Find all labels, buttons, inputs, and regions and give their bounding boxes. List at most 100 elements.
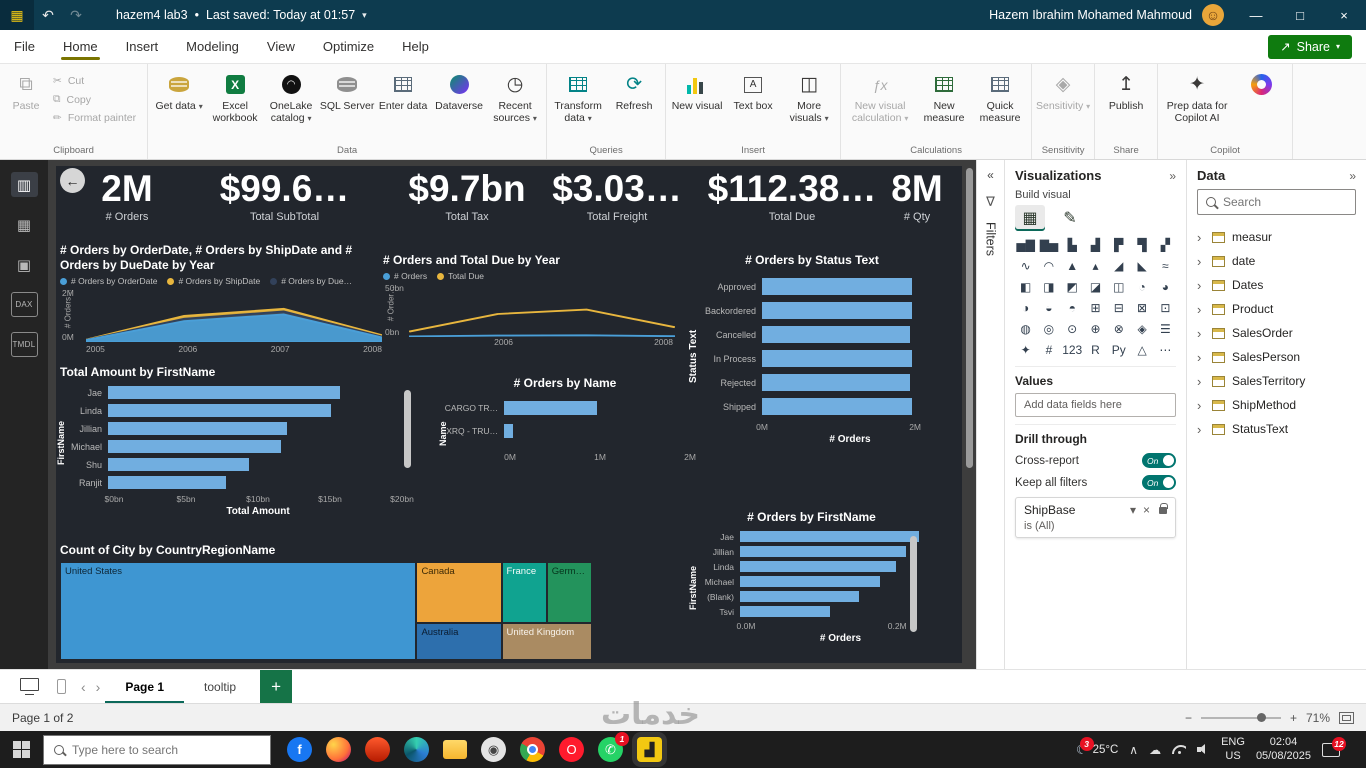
expand-icon[interactable]: ›: [1197, 230, 1205, 245]
enter-data-button[interactable]: Enter data: [375, 67, 431, 112]
cross-report-toggle[interactable]: On: [1142, 453, 1176, 468]
avatar[interactable]: ☺: [1202, 4, 1224, 26]
visual-type-icon[interactable]: ∿: [1015, 256, 1036, 275]
redo-button[interactable]: ↷: [62, 7, 90, 24]
kpi-card-total-due[interactable]: $112.38… Total Due: [692, 170, 892, 236]
visual-type-icon[interactable]: ▛: [1108, 235, 1129, 254]
expand-icon[interactable]: ›: [1197, 422, 1205, 437]
expand-icon[interactable]: ›: [1197, 398, 1205, 413]
document-title[interactable]: hazem4 lab3 • Last saved: Today at 01:57…: [116, 8, 367, 22]
whatsapp-icon[interactable]: ✆1: [598, 737, 623, 762]
bar[interactable]: [504, 424, 513, 438]
treemap-tile[interactable]: United Kingdom: [502, 623, 592, 660]
zoom-slider[interactable]: [1201, 717, 1281, 719]
sql-server-button[interactable]: SQL Server: [319, 67, 375, 112]
maximize-button[interactable]: □: [1278, 0, 1322, 30]
undo-button[interactable]: ↶: [34, 7, 62, 24]
bar-row[interactable]: Michael: [60, 440, 402, 453]
tab-optimize[interactable]: Optimize: [309, 30, 388, 63]
publish-button[interactable]: ↥ Publish: [1098, 67, 1154, 112]
visual-type-icon[interactable]: ⊙: [1062, 319, 1083, 338]
bar-row[interactable]: Cancelled: [700, 326, 938, 343]
visual-orders-by-status[interactable]: # Orders by Status Text Status Text Appr…: [686, 253, 938, 468]
legend-item[interactable]: Total Due: [437, 271, 484, 281]
visual-type-icon[interactable]: ◈: [1131, 319, 1152, 338]
volume-icon[interactable]: [1197, 744, 1210, 755]
visual-type-icon[interactable]: ⊗: [1108, 319, 1129, 338]
previous-page-icon[interactable]: ‹: [76, 679, 91, 695]
expand-icon[interactable]: ›: [1197, 374, 1205, 389]
visual-type-icon[interactable]: ◕: [1155, 277, 1176, 296]
fit-to-page-icon[interactable]: [1339, 712, 1354, 724]
bar[interactable]: [762, 398, 912, 415]
quick-measure-button[interactable]: Quick measure: [972, 67, 1028, 124]
bar[interactable]: [762, 350, 912, 367]
bar-row[interactable]: Linda: [694, 561, 935, 572]
kpi-card-tax[interactable]: $9.7bn Total Tax: [392, 170, 542, 236]
transform-data-button[interactable]: Transform data ▾: [550, 67, 606, 124]
filters-pane-title[interactable]: Filters: [984, 222, 998, 256]
visual-type-icon[interactable]: ⊟: [1108, 298, 1129, 317]
desktop-layout-icon[interactable]: [20, 678, 39, 691]
treemap-tile[interactable]: United States: [60, 562, 416, 660]
bar-row[interactable]: Jillian: [694, 546, 935, 557]
visual-type-icon[interactable]: ✦: [1015, 340, 1036, 359]
expand-icon[interactable]: ›: [1197, 302, 1205, 317]
firefox-icon[interactable]: [326, 737, 351, 762]
chart-scrollbar[interactable]: [404, 390, 411, 468]
data-field-row[interactable]: › SalesPerson: [1197, 345, 1356, 369]
visual-type-icon[interactable]: ▴: [1085, 256, 1106, 275]
visual-type-icon[interactable]: ⊕: [1085, 319, 1106, 338]
tab-modeling[interactable]: Modeling: [172, 30, 253, 63]
data-field-row[interactable]: › date: [1197, 249, 1356, 273]
data-field-row[interactable]: › Product: [1197, 297, 1356, 321]
visual-type-icon[interactable]: ◣: [1131, 256, 1152, 275]
visual-type-icon[interactable]: ◩: [1062, 277, 1083, 296]
expand-icon[interactable]: ›: [1197, 278, 1205, 293]
zoom-in-button[interactable]: +: [1290, 711, 1297, 725]
visual-type-icon[interactable]: ◓: [1062, 298, 1083, 317]
bar[interactable]: [740, 561, 896, 572]
bar[interactable]: [762, 374, 910, 391]
bar[interactable]: [762, 326, 910, 343]
bar[interactable]: [740, 606, 830, 617]
bar[interactable]: [740, 576, 880, 587]
visual-total-amount-by-firstname[interactable]: Total Amount by FirstName FirstName Jae …: [60, 365, 402, 508]
visual-type-icon[interactable]: ▅▇: [1015, 235, 1036, 254]
tab-insert[interactable]: Insert: [112, 30, 173, 63]
visual-type-icon[interactable]: ◧: [1015, 277, 1036, 296]
copy-button[interactable]: ⧉Copy: [53, 93, 136, 106]
keep-all-filters-toggle[interactable]: On: [1142, 475, 1176, 490]
file-explorer-icon[interactable]: [443, 740, 467, 759]
recent-sources-button[interactable]: ◷ Recent sources ▾: [487, 67, 543, 124]
chip-dropdown-icon[interactable]: ▾: [1130, 503, 1136, 517]
copilot-button[interactable]: [1233, 67, 1289, 97]
data-field-row[interactable]: › SalesOrder: [1197, 321, 1356, 345]
dax-query-view-button[interactable]: DAX: [11, 292, 38, 317]
next-page-icon[interactable]: ›: [91, 679, 106, 695]
bar-row[interactable]: XRQ - TRU…: [440, 424, 690, 438]
dataverse-button[interactable]: Dataverse: [431, 67, 487, 112]
visual-type-icon[interactable]: 123: [1062, 340, 1083, 359]
taskbar-search[interactable]: [43, 735, 271, 765]
legend-item[interactable]: # Orders by ShipDate: [167, 276, 260, 286]
data-field-row[interactable]: › Dates: [1197, 273, 1356, 297]
treemap-tile[interactable]: Australia: [416, 623, 501, 660]
refresh-button[interactable]: ⟳ Refresh: [606, 67, 662, 112]
kpi-card-orders[interactable]: 2M # Orders: [72, 170, 182, 236]
visual-type-icon[interactable]: ◨: [1038, 277, 1059, 296]
kpi-card-qty[interactable]: 8M # Qty: [872, 170, 962, 236]
share-button[interactable]: ↗ Share ▾: [1268, 35, 1352, 59]
show-hidden-icons-chevron[interactable]: ∧: [1129, 743, 1138, 757]
powerbi-taskbar-icon[interactable]: ▟: [637, 737, 662, 762]
kpi-card-freight[interactable]: $3.03… Total Freight: [542, 170, 692, 236]
expand-icon[interactable]: ›: [1197, 326, 1205, 341]
visual-type-icon[interactable]: ▞: [1155, 235, 1176, 254]
sensitivity-button[interactable]: ◈ Sensitivity ▾: [1035, 67, 1091, 112]
close-button[interactable]: ×: [1322, 0, 1366, 30]
brave-icon[interactable]: [365, 737, 390, 762]
legend-item[interactable]: # Orders by OrderDate: [60, 276, 157, 286]
bar[interactable]: [762, 278, 912, 295]
new-visual-button[interactable]: New visual: [669, 67, 725, 112]
model-view-button[interactable]: ▣: [11, 252, 38, 277]
